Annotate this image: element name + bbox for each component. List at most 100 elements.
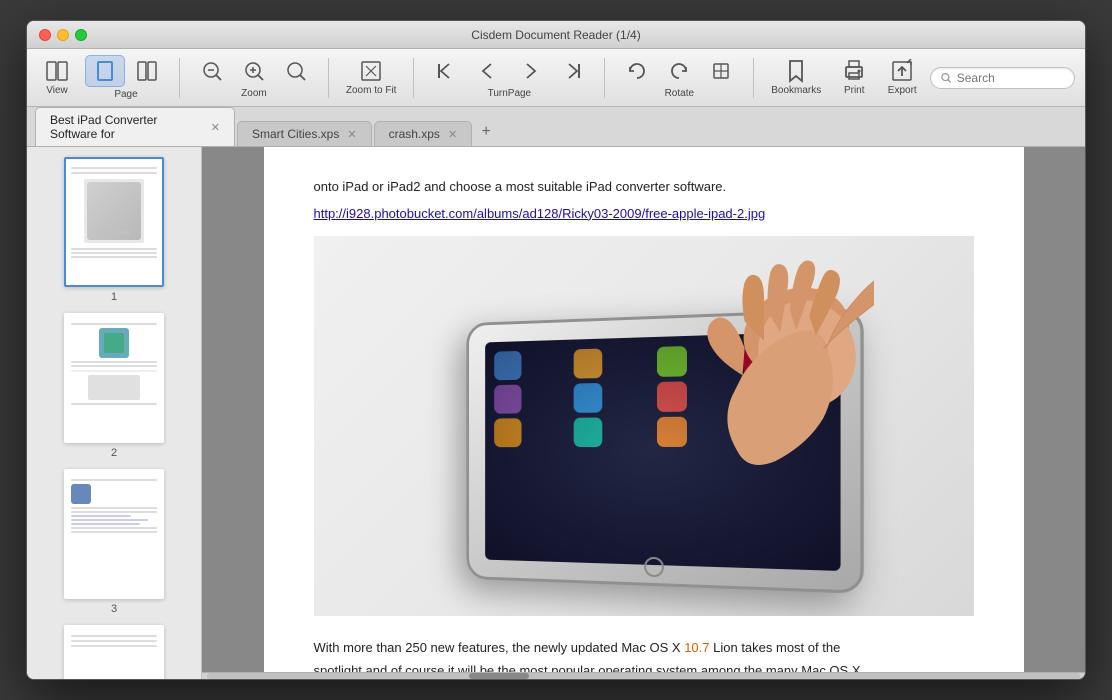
zoom-in-button[interactable]: [234, 56, 274, 86]
thumbnail-page-1[interactable]: 1: [64, 157, 164, 303]
turnpage-icons-row: [426, 56, 592, 86]
page-3-number: 3: [111, 603, 117, 615]
window-title: Cisdem Document Reader (1/4): [471, 28, 640, 42]
divider-2: [328, 58, 329, 98]
bookmarks-icon: [784, 59, 808, 83]
tab-crash-close[interactable]: ✕: [448, 128, 457, 141]
h-scroll-track: [207, 673, 1080, 679]
document-viewer[interactable]: onto iPad or iPad2 and choose a most sui…: [202, 147, 1085, 679]
traffic-lights: [39, 29, 87, 41]
last-page-icon: [560, 59, 584, 83]
page-single-button[interactable]: [85, 55, 125, 87]
zoom-to-fit-icon: [359, 59, 383, 83]
zoom-to-fit-button[interactable]: Zoom to Fit: [341, 56, 402, 99]
zoom-reset-button[interactable]: [276, 56, 316, 86]
first-page-icon: [434, 59, 458, 83]
page-1-number: 1: [111, 291, 117, 303]
page-double-button[interactable]: [127, 56, 167, 86]
view-icon: [45, 59, 69, 83]
divider-5: [753, 58, 754, 98]
rotate-extra-button[interactable]: [701, 56, 741, 86]
tab-ipad-close[interactable]: ✕: [211, 121, 220, 134]
search-box[interactable]: [930, 67, 1075, 89]
rotate-cw-button[interactable]: [659, 56, 699, 86]
zoom-reset-icon: [284, 59, 308, 83]
zoom-label: Zoom: [241, 88, 267, 99]
divider-1: [179, 58, 180, 98]
zoom-out-button[interactable]: [192, 56, 232, 86]
zoom-out-icon: [200, 59, 224, 83]
view-button[interactable]: View: [37, 56, 77, 99]
prev-page-icon: [476, 59, 500, 83]
page-group: Page: [85, 55, 167, 100]
next-page-icon: [518, 59, 542, 83]
page-double-icon: [135, 59, 159, 83]
print-button[interactable]: Print: [834, 56, 874, 99]
tab-ipad-label: Best iPad Converter Software for: [50, 113, 203, 141]
doc-text-bottom-1: With more than 250 new features, the new…: [314, 640, 685, 655]
next-page-button[interactable]: [510, 56, 550, 86]
print-label: Print: [844, 85, 865, 96]
thumbnail-page-4[interactable]: [64, 625, 164, 679]
main-window: Cisdem Document Reader (1/4) View: [26, 20, 1086, 680]
search-input[interactable]: [957, 71, 1064, 85]
turnpage-label: TurnPage: [488, 88, 532, 99]
thumbnail-page-2[interactable]: 2: [64, 313, 164, 459]
bookmarks-label: Bookmarks: [771, 85, 821, 96]
horizontal-scrollbar[interactable]: [202, 672, 1085, 679]
tab-smartcities-label: Smart Cities.xps: [252, 127, 339, 141]
add-tab-button[interactable]: +: [474, 120, 498, 144]
thumb-1: [64, 157, 164, 287]
tab-crash[interactable]: crash.xps ✕: [374, 121, 473, 146]
divider-4: [604, 58, 605, 98]
titlebar: Cisdem Document Reader (1/4): [27, 21, 1085, 49]
first-page-button[interactable]: [426, 56, 466, 86]
export-button[interactable]: Export: [882, 56, 922, 99]
minimize-button[interactable]: [57, 29, 69, 41]
turnpage-group: TurnPage: [426, 56, 592, 99]
zoom-to-fit-label: Zoom to Fit: [346, 85, 397, 96]
rotate-ccw-button[interactable]: [617, 56, 657, 86]
tab-smartcities-close[interactable]: ✕: [347, 128, 356, 141]
page-2-number: 2: [111, 447, 117, 459]
rotate-cw-icon: [667, 59, 691, 83]
maximize-button[interactable]: [75, 29, 87, 41]
search-icon: [941, 72, 951, 84]
page-thumbnails-sidebar: 1 2: [27, 147, 202, 679]
h-scroll-thumb[interactable]: [469, 673, 529, 679]
ipad-illustration: [394, 246, 894, 606]
tab-ipad[interactable]: Best iPad Converter Software for ✕: [35, 107, 235, 146]
doc-text-top: onto iPad or iPad2 and choose a most sui…: [314, 177, 974, 198]
zoom-icons-row: [192, 56, 316, 86]
thumb-4: [64, 625, 164, 679]
page-icons-row: [85, 55, 167, 87]
thumb-3: [64, 469, 164, 599]
close-button[interactable]: [39, 29, 51, 41]
print-icon: [842, 59, 866, 83]
last-page-button[interactable]: [552, 56, 592, 86]
rotate-ccw-icon: [625, 59, 649, 83]
zoom-in-icon: [242, 59, 266, 83]
doc-text-bottom-2: Lion takes most of the: [710, 640, 841, 655]
tabs-bar: Best iPad Converter Software for ✕ Smart…: [27, 107, 1085, 147]
toolbar: View: [27, 49, 1085, 107]
export-label: Export: [888, 85, 917, 96]
main-content: 1 2: [27, 147, 1085, 679]
divider-3: [413, 58, 414, 98]
page-label: Page: [114, 89, 137, 100]
doc-url: http://i928.photobucket.com/albums/ad128…: [314, 206, 974, 221]
prev-page-button[interactable]: [468, 56, 508, 86]
zoom-group: Zoom: [192, 56, 316, 99]
rotate-extra-icon: [709, 59, 733, 83]
bookmarks-button[interactable]: Bookmarks: [766, 56, 826, 99]
doc-page: onto iPad or iPad2 and choose a most sui…: [264, 147, 1024, 679]
thumb-2: [64, 313, 164, 443]
page-single-icon: [93, 59, 117, 83]
doc-text-highlight: 10.7: [684, 640, 709, 655]
rotate-icons-row: [617, 56, 741, 86]
rotate-label: Rotate: [665, 88, 694, 99]
view-label: View: [46, 85, 68, 96]
hand-svg: [654, 246, 874, 526]
thumbnail-page-3[interactable]: 3: [64, 469, 164, 615]
tab-smartcities[interactable]: Smart Cities.xps ✕: [237, 121, 372, 146]
